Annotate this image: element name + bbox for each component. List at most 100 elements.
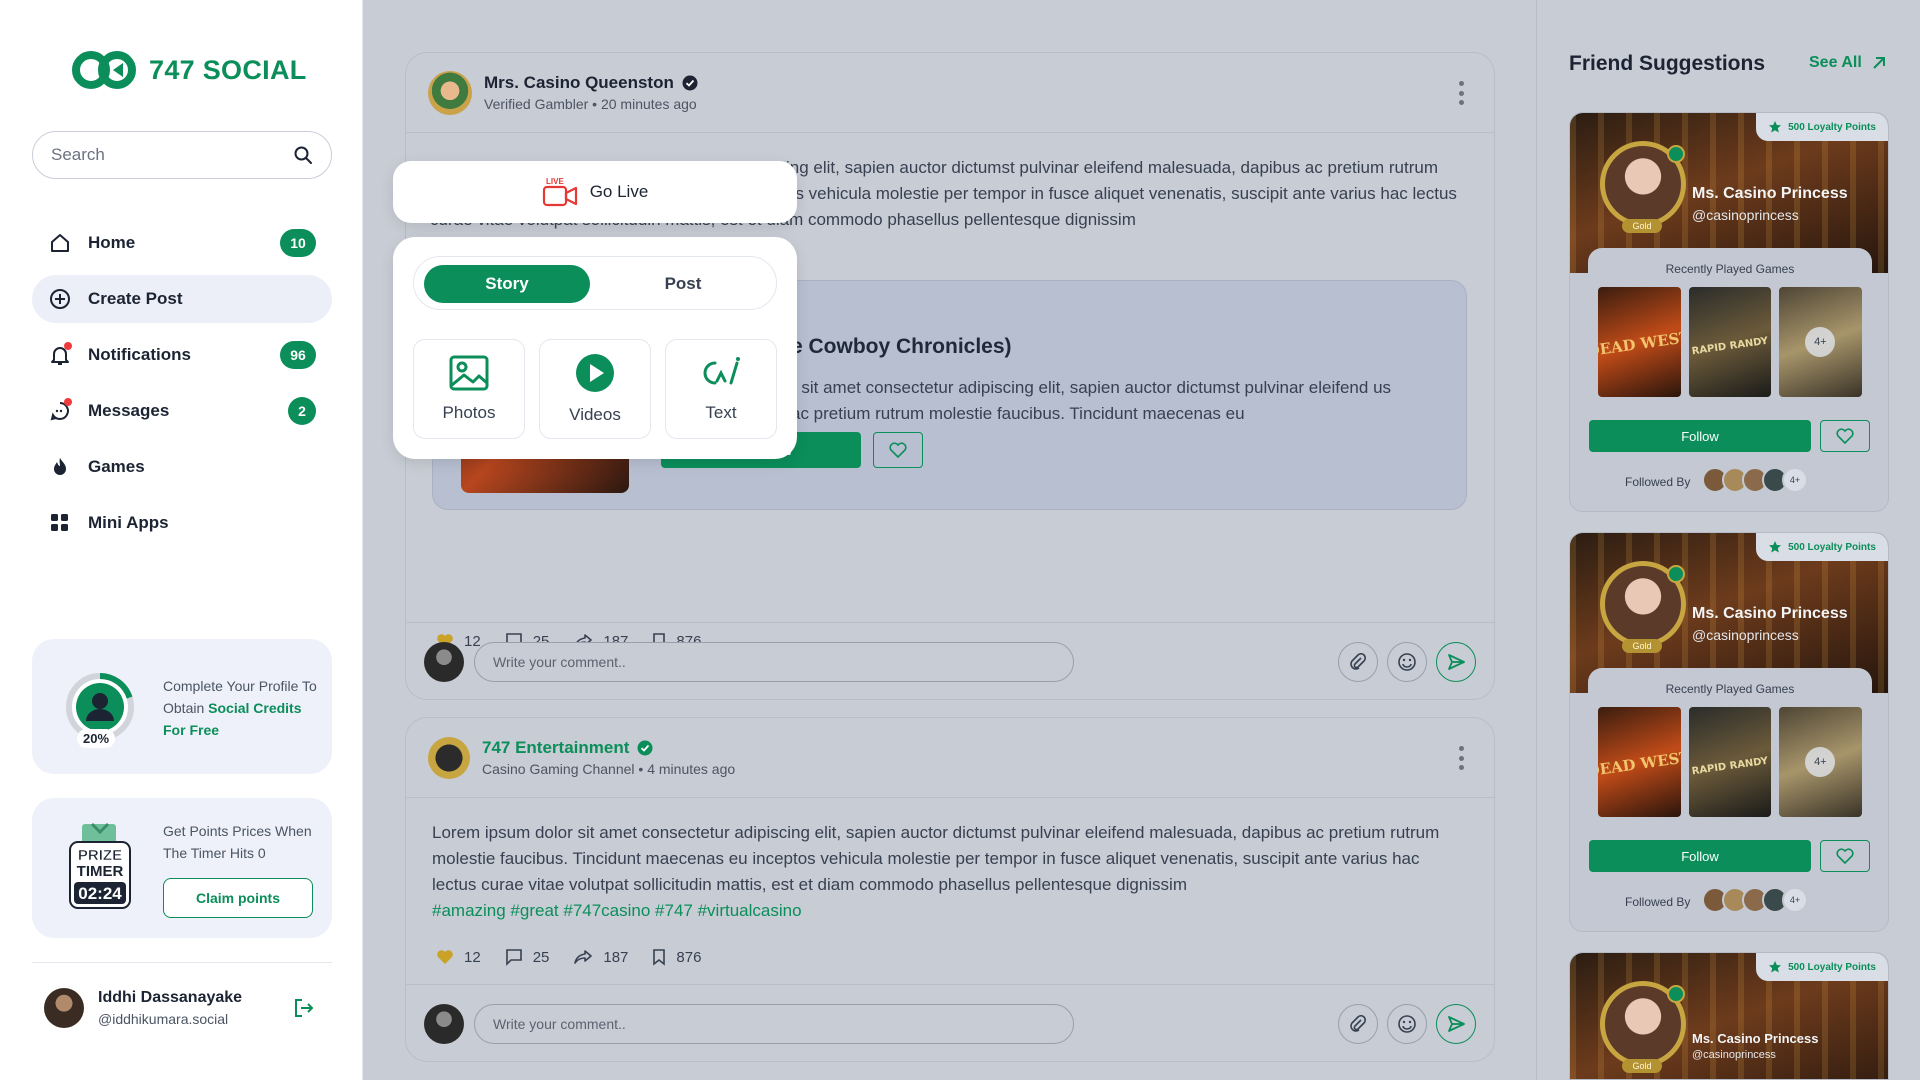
share-stat[interactable]: 187 xyxy=(573,949,628,966)
save-count: 876 xyxy=(676,948,702,966)
game-tile[interactable]: DEAD WEST xyxy=(1598,707,1681,817)
avatar xyxy=(424,1003,464,1044)
image-icon xyxy=(449,355,489,391)
heart-icon xyxy=(437,950,453,964)
friend-name[interactable]: Ms. Casino Princess xyxy=(1692,605,1848,623)
avatar[interactable] xyxy=(44,987,84,1028)
search-input[interactable] xyxy=(51,145,293,165)
online-indicator xyxy=(1667,985,1685,1003)
send-button[interactable] xyxy=(1436,1003,1476,1044)
game-tile-title: RAPID RANDY xyxy=(1691,756,1769,778)
smiley-icon xyxy=(1398,1014,1416,1033)
favorite-button[interactable] xyxy=(1820,840,1870,872)
nav-item-create-post[interactable]: Create Post xyxy=(32,275,332,323)
nav-item-mini-apps[interactable]: Mini Apps xyxy=(32,499,332,547)
post-author-name[interactable]: Mrs. Casino Queenston xyxy=(484,73,698,93)
game-tile-title: DEAD WEST xyxy=(1598,748,1681,780)
see-all-link[interactable]: See All xyxy=(1809,54,1886,72)
attach-button[interactable] xyxy=(1338,1003,1378,1044)
panel-title: Friend Suggestions xyxy=(1569,52,1766,75)
text-button[interactable]: Text xyxy=(665,339,777,439)
avatar[interactable] xyxy=(428,70,472,115)
app-logo[interactable]: 747 SOCIAL xyxy=(71,50,307,90)
author-label: 747 Entertainment xyxy=(482,738,630,757)
more-followers-badge: 4+ xyxy=(1782,467,1808,493)
game-description: r sit amet consectetur adipiscing elit, … xyxy=(791,378,1392,423)
loyalty-badge: 500 Loyalty Points xyxy=(1756,113,1888,141)
send-button[interactable] xyxy=(1436,641,1476,682)
videos-button[interactable]: Videos xyxy=(539,339,651,439)
comment-input[interactable] xyxy=(474,1003,1074,1044)
friend-suggestions-panel: Friend Suggestions See All 500 Loyalty P… xyxy=(1536,0,1920,1080)
nav-item-notifications[interactable]: Notifications 96 xyxy=(32,331,332,379)
post-time: 20 minutes ago xyxy=(600,96,697,112)
profile-completion-card[interactable]: 20% Complete Your Profile To Obtain Soci… xyxy=(32,639,332,774)
photos-button[interactable]: Photos xyxy=(413,339,525,439)
infinity-logo-icon xyxy=(72,51,136,89)
count-badge: 10 xyxy=(280,229,316,257)
nav-label: Messages xyxy=(88,401,170,420)
game-tile[interactable]: RAPID RANDY xyxy=(1688,707,1772,817)
game-tile[interactable]: RAPID RANDY xyxy=(1688,287,1772,397)
avatar xyxy=(424,641,464,682)
friend-name[interactable]: Ms. Casino Princess xyxy=(1692,185,1848,203)
loyalty-badge: 500 Loyalty Points xyxy=(1756,953,1888,981)
tab-post[interactable]: Post xyxy=(600,265,766,303)
verified-icon xyxy=(637,740,653,756)
plus-circle-icon xyxy=(48,287,72,311)
game-tile[interactable]: DEAD WEST xyxy=(1598,287,1681,397)
nav-item-messages[interactable]: Messages 2 xyxy=(32,387,332,435)
comment-input[interactable] xyxy=(474,641,1074,682)
recent-games-label: Recently Played Games xyxy=(1665,682,1795,696)
save-stat[interactable]: 876 xyxy=(652,948,701,966)
game-tile[interactable]: 4+ xyxy=(1779,287,1863,397)
friend-card: 500 Loyalty Points Gold Ms. Casino Princ… xyxy=(1569,532,1889,932)
star-icon xyxy=(1769,961,1782,973)
more-options-icon[interactable] xyxy=(1458,81,1464,105)
follow-button[interactable]: Follow xyxy=(1589,420,1811,452)
game-tile-art: DEAD WEST xyxy=(1598,328,1681,360)
logout-icon[interactable] xyxy=(292,996,316,1020)
post-tags[interactable]: o xyxy=(776,233,1468,259)
meta-separator: • xyxy=(638,761,648,777)
post-text-line: os vehicula molestie per tempor in fusce… xyxy=(786,184,1457,203)
search-icon[interactable] xyxy=(293,145,313,165)
nav-item-home[interactable]: Home 10 xyxy=(32,219,332,267)
user-name: Iddhi Dassanayake xyxy=(98,988,243,1006)
favorite-button[interactable] xyxy=(873,432,923,468)
attach-button[interactable] xyxy=(1338,641,1378,682)
post-author-name[interactable]: 747 Entertainment xyxy=(482,738,735,758)
bell-icon xyxy=(48,342,72,367)
mutual-followers[interactable]: 4+ xyxy=(1702,887,1808,913)
post-tags[interactable]: #amazing #great #747casino #747 #virtual… xyxy=(432,898,1468,924)
comment-stat[interactable]: 25 xyxy=(505,948,549,966)
game-title: e Cowboy Chronicles) xyxy=(791,335,1012,358)
avatar[interactable] xyxy=(428,736,470,779)
search-box[interactable] xyxy=(32,131,332,179)
send-icon xyxy=(1448,653,1465,670)
recent-games-header: Recently Played Games xyxy=(1588,248,1872,288)
game-tile-art: RAPID RANDY xyxy=(1691,336,1769,358)
game-tile-art: RAPID RANDY xyxy=(1691,756,1769,778)
friend-name[interactable]: Ms. Casino Princess xyxy=(1692,1031,1818,1046)
nav-item-games[interactable]: Games xyxy=(32,443,332,491)
like-count: 12 xyxy=(464,948,481,966)
go-live-button[interactable]: LIVE Go Live xyxy=(393,161,797,223)
emoji-button[interactable] xyxy=(1387,641,1427,682)
favorite-button[interactable] xyxy=(1820,420,1870,452)
follow-button[interactable]: Follow xyxy=(1589,840,1811,872)
emoji-button[interactable] xyxy=(1387,1003,1427,1044)
timer-card-text: Get Points Prices When The Timer Hits 0 xyxy=(163,823,312,861)
claim-points-button[interactable]: Claim points xyxy=(163,878,313,918)
see-all-label: See All xyxy=(1809,54,1862,71)
play-icon xyxy=(576,354,614,392)
mutual-followers[interactable]: 4+ xyxy=(1702,467,1808,493)
star-icon xyxy=(1769,121,1782,133)
more-options-icon[interactable] xyxy=(1458,746,1464,770)
user-handle: @iddhikumara.social xyxy=(98,1010,229,1027)
nav-label: Create Post xyxy=(88,289,183,308)
recent-games: DEAD WEST RAPID RANDY 4+ xyxy=(1598,707,1863,817)
like-stat[interactable]: 12 xyxy=(436,949,481,966)
game-tile[interactable]: 4+ xyxy=(1779,707,1863,817)
tab-story[interactable]: Story xyxy=(424,265,590,303)
